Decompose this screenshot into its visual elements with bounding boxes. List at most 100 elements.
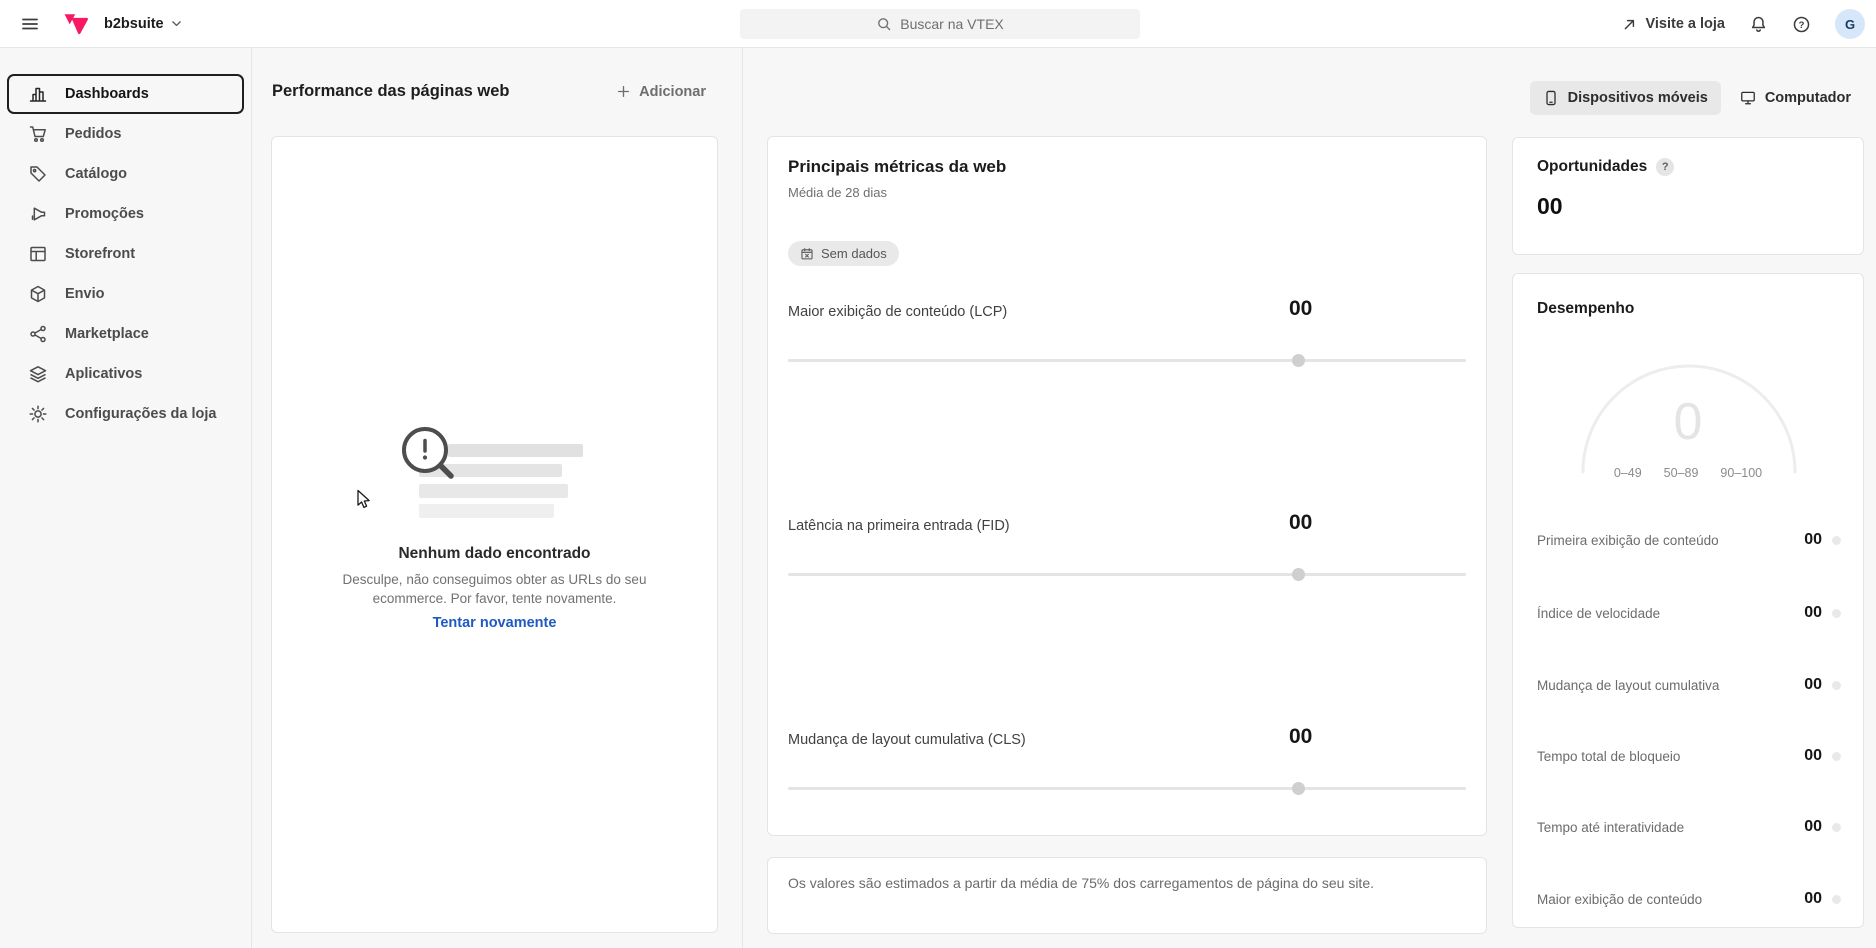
pages-empty-card: Nenhum dado encontrado Desculpe, não con…: [271, 136, 718, 933]
sidebar-item-configuracoes[interactable]: Configurações da loja: [0, 394, 251, 434]
sidebar-item-envio[interactable]: Envio: [0, 274, 251, 314]
performance-row-value: 00: [1804, 676, 1822, 694]
performance-row: Mudança de layout cumulativa 00: [1537, 675, 1841, 695]
menu-icon[interactable]: [16, 10, 44, 38]
footnote-text: Os valores são estimados a partir da méd…: [788, 875, 1374, 891]
performance-row: Tempo até interatividade 00: [1537, 817, 1841, 837]
web-vitals-title: Principais métricas da web: [788, 157, 1006, 177]
account-switcher[interactable]: b2bsuite: [104, 16, 183, 32]
bar-chart-icon: [28, 84, 48, 104]
no-data-badge: Sem dados: [788, 241, 899, 266]
chevron-down-icon: [170, 17, 183, 30]
sidebar-item-catalogo[interactable]: Catálogo: [0, 154, 251, 194]
topbar-actions: Visite a loja ? G: [1622, 0, 1865, 48]
sidebar-item-label: Envio: [65, 286, 104, 302]
status-dot-icon: [1832, 823, 1841, 832]
avatar[interactable]: G: [1835, 9, 1865, 39]
gear-icon: [28, 404, 48, 424]
performance-row-value: 00: [1804, 890, 1822, 908]
search-icon: [876, 16, 892, 32]
avatar-initial: G: [1845, 17, 1855, 32]
mouse-cursor: [356, 489, 376, 511]
sidebar-item-label: Storefront: [65, 246, 135, 262]
opportunities-title: Oportunidades: [1537, 158, 1647, 176]
performance-card: Desempenho 0 0–49 50–89 90–100 Primeira …: [1512, 273, 1864, 928]
performance-row-label: Maior exibição de conteúdo: [1537, 892, 1804, 907]
sidebar-item-marketplace[interactable]: Marketplace: [0, 314, 251, 354]
performance-row-value: 00: [1804, 531, 1822, 549]
no-data-badge-label: Sem dados: [821, 246, 887, 261]
web-vitals-subtitle: Média de 28 dias: [788, 185, 887, 200]
sidebar-item-label: Catálogo: [65, 166, 127, 182]
slider-thumb-icon: [1292, 354, 1305, 367]
metric-value: 00: [1289, 725, 1312, 749]
opportunities-header: Oportunidades ?: [1537, 158, 1674, 176]
layers-icon: [28, 364, 48, 384]
empty-state-message: Desculpe, não conseguimos obter as URLs …: [334, 570, 656, 608]
metric-label: Maior exibição de conteúdo (LCP): [788, 304, 1007, 320]
performance-row-label: Mudança de layout cumulativa: [1537, 678, 1804, 693]
status-dot-icon: [1832, 609, 1841, 618]
opportunities-value: 00: [1537, 193, 1563, 220]
sidebar-item-promocoes[interactable]: Promoções: [0, 194, 251, 234]
metric-label: Mudança de layout cumulativa (CLS): [788, 732, 1026, 748]
notifications-bell-icon[interactable]: [1749, 15, 1768, 34]
mobile-toggle-label: Dispositivos móveis: [1568, 90, 1708, 106]
topbar: b2bsuite Buscar na VTEX Visite a loja ? …: [0, 0, 1876, 48]
pages-panel-header: Performance das páginas web Adicionar: [272, 82, 706, 101]
web-vitals-card: Principais métricas da web Média de 28 d…: [767, 136, 1487, 836]
sidebar-item-dashboards[interactable]: Dashboards: [7, 74, 244, 114]
performance-row: Tempo total de bloqueio 00: [1537, 746, 1841, 766]
mobile-toggle-button[interactable]: Dispositivos móveis: [1530, 81, 1721, 115]
sidebar: Dashboards Pedidos Catálogo Promoções St…: [0, 48, 252, 948]
visit-store-label: Visite a loja: [1645, 16, 1725, 32]
legend-item: 90–100: [1720, 466, 1762, 480]
sidebar-item-aplicativos[interactable]: Aplicativos: [0, 354, 251, 394]
retry-button[interactable]: Tentar novamente: [272, 615, 717, 631]
gauge-legend: 0–49 50–89 90–100: [1513, 466, 1863, 480]
performance-row-label: Primeira exibição de conteúdo: [1537, 533, 1804, 548]
plus-icon: [616, 84, 631, 99]
status-dot-icon: [1832, 681, 1841, 690]
cart-icon: [28, 124, 48, 144]
metric-fid: Latência na primeira entrada (FID) 00: [788, 518, 1466, 588]
sidebar-item-label: Marketplace: [65, 326, 149, 342]
metric-value: 00: [1289, 297, 1312, 321]
metric-slider: [788, 787, 1466, 790]
status-dot-icon: [1832, 536, 1841, 545]
performance-row: Primeira exibição de conteúdo 00: [1537, 530, 1841, 550]
svg-text:?: ?: [1799, 19, 1805, 30]
sidebar-item-pedidos[interactable]: Pedidos: [0, 114, 251, 154]
status-dot-icon: [1832, 895, 1841, 904]
legend-item: 50–89: [1664, 466, 1699, 480]
desktop-toggle-button[interactable]: Computador: [1727, 81, 1864, 115]
skeleton-bar: [419, 504, 554, 518]
monitor-icon: [1740, 90, 1756, 106]
performance-row-value: 00: [1804, 747, 1822, 765]
vertical-divider: [742, 48, 743, 948]
slider-thumb-icon: [1292, 782, 1305, 795]
visit-store-link[interactable]: Visite a loja: [1622, 16, 1725, 32]
desktop-toggle-label: Computador: [1765, 90, 1851, 106]
sidebar-item-label: Aplicativos: [65, 366, 142, 382]
sidebar-item-storefront[interactable]: Storefront: [0, 234, 251, 274]
add-page-label: Adicionar: [639, 84, 706, 100]
device-toggle: Dispositivos móveis Computador: [1512, 81, 1864, 115]
performance-row: Índice de velocidade 00: [1537, 603, 1841, 623]
cube-icon: [28, 284, 48, 304]
vtex-logo-icon[interactable]: [62, 11, 90, 37]
search-input[interactable]: Buscar na VTEX: [740, 9, 1140, 39]
metric-slider: [788, 359, 1466, 362]
mobile-phone-icon: [1543, 90, 1559, 106]
sidebar-item-label: Pedidos: [65, 126, 121, 142]
layout-icon: [28, 244, 48, 264]
help-icon[interactable]: ?: [1792, 15, 1811, 34]
external-link-icon: [1622, 17, 1637, 32]
megaphone-icon: [28, 204, 48, 224]
performance-row-label: Tempo até interatividade: [1537, 820, 1804, 835]
performance-row-value: 00: [1804, 604, 1822, 622]
help-badge-icon[interactable]: ?: [1656, 158, 1674, 176]
empty-state-illustration: [404, 427, 586, 522]
add-page-button[interactable]: Adicionar: [616, 84, 706, 100]
legend-item: 0–49: [1614, 466, 1642, 480]
